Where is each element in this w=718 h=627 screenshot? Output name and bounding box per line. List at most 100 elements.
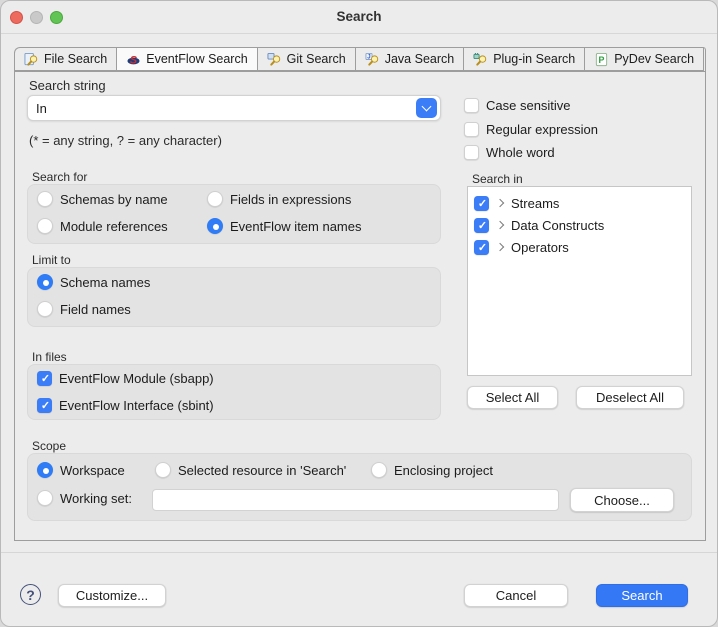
data-constructs-label: Data Constructs bbox=[511, 218, 604, 233]
pydev-search-icon: P bbox=[594, 52, 609, 67]
workspace-radio[interactable] bbox=[37, 462, 53, 478]
streams-label: Streams bbox=[511, 196, 559, 211]
selected-resource-label: Selected resource in 'Search' bbox=[178, 463, 346, 478]
module-references-label: Module references bbox=[60, 219, 168, 234]
java-search-icon: J bbox=[365, 52, 380, 67]
eventflow-module-label: EventFlow Module (sbapp) bbox=[59, 371, 214, 386]
tab-plugin-search[interactable]: Plug-in Search bbox=[463, 47, 584, 71]
tab-pydev-search[interactable]: P PyDev Search bbox=[584, 47, 703, 71]
search-dialog: Search File Search S EventFlow Search Gi… bbox=[0, 0, 718, 627]
tab-filler bbox=[703, 47, 706, 71]
help-button[interactable]: ? bbox=[20, 584, 41, 605]
schema-names-option[interactable]: Schema names bbox=[37, 274, 150, 290]
wildcard-hint: (* = any string, ? = any character) bbox=[29, 133, 222, 148]
regular-expression-checkbox[interactable] bbox=[464, 122, 479, 137]
select-all-button[interactable]: Select All bbox=[467, 386, 558, 409]
enclosing-project-label: Enclosing project bbox=[394, 463, 493, 478]
schema-names-radio[interactable] bbox=[37, 274, 53, 290]
eventflow-search-panel: Search string (* = any string, ? = any c… bbox=[14, 71, 706, 541]
search-button[interactable]: Search bbox=[596, 584, 688, 607]
combobox-dropdown-button[interactable] bbox=[416, 98, 437, 118]
whole-word-checkbox[interactable] bbox=[464, 145, 479, 160]
file-search-icon bbox=[24, 52, 39, 67]
working-set-label: Working set: bbox=[60, 491, 132, 506]
cancel-button[interactable]: Cancel bbox=[464, 584, 568, 607]
tree-row-operators[interactable]: Operators bbox=[468, 236, 691, 258]
eventflow-interface-label: EventFlow Interface (sbint) bbox=[59, 398, 214, 413]
eventflow-module-option[interactable]: EventFlow Module (sbapp) bbox=[37, 371, 214, 386]
scope-label: Scope bbox=[32, 439, 66, 453]
tab-git-search[interactable]: Git Search bbox=[257, 47, 355, 71]
field-names-radio[interactable] bbox=[37, 301, 53, 317]
tab-label: File Search bbox=[44, 52, 107, 66]
eventflow-interface-checkbox[interactable] bbox=[37, 398, 52, 413]
in-files-label: In files bbox=[32, 350, 67, 364]
deselect-all-button[interactable]: Deselect All bbox=[576, 386, 684, 409]
git-search-icon bbox=[267, 52, 282, 67]
data-constructs-checkbox[interactable] bbox=[474, 218, 489, 233]
chevron-right-icon[interactable] bbox=[496, 243, 504, 251]
module-references-radio[interactable] bbox=[37, 218, 53, 234]
streams-checkbox[interactable] bbox=[474, 196, 489, 211]
eventflow-module-checkbox[interactable] bbox=[37, 371, 52, 386]
eventflow-item-names-label: EventFlow item names bbox=[230, 219, 362, 234]
field-names-label: Field names bbox=[60, 302, 131, 317]
fields-in-expressions-option[interactable]: Fields in expressions bbox=[207, 191, 351, 207]
tab-eventflow-search[interactable]: S EventFlow Search bbox=[116, 47, 256, 71]
tree-row-streams[interactable]: Streams bbox=[468, 192, 691, 214]
tab-file-search[interactable]: File Search bbox=[14, 47, 116, 71]
schemas-by-name-option[interactable]: Schemas by name bbox=[37, 191, 168, 207]
module-references-option[interactable]: Module references bbox=[37, 218, 168, 234]
search-string-combobox[interactable] bbox=[27, 95, 441, 121]
selected-resource-option[interactable]: Selected resource in 'Search' bbox=[155, 462, 346, 478]
choose-button[interactable]: Choose... bbox=[570, 488, 674, 512]
regular-expression-option[interactable]: Regular expression bbox=[464, 122, 598, 137]
schemas-by-name-radio[interactable] bbox=[37, 191, 53, 207]
schemas-by-name-label: Schemas by name bbox=[60, 192, 168, 207]
working-set-input[interactable] bbox=[152, 489, 559, 511]
field-names-option[interactable]: Field names bbox=[37, 301, 131, 317]
tab-label: Git Search bbox=[287, 52, 346, 66]
tab-label: Plug-in Search bbox=[493, 52, 575, 66]
regular-expression-label: Regular expression bbox=[486, 122, 598, 137]
operators-checkbox[interactable] bbox=[474, 240, 489, 255]
case-sensitive-label: Case sensitive bbox=[486, 98, 571, 113]
search-in-tree: Streams Data Constructs Operators bbox=[467, 186, 692, 376]
tab-label: EventFlow Search bbox=[146, 52, 247, 66]
plugin-search-icon bbox=[473, 52, 488, 67]
eventflow-interface-option[interactable]: EventFlow Interface (sbint) bbox=[37, 398, 214, 413]
fields-in-expressions-radio[interactable] bbox=[207, 191, 223, 207]
tab-strip: File Search S EventFlow Search Git Searc… bbox=[14, 47, 706, 71]
tab-java-search[interactable]: J Java Search bbox=[355, 47, 463, 71]
search-string-label: Search string bbox=[29, 78, 106, 93]
tab-label: PyDev Search bbox=[614, 52, 694, 66]
search-string-input[interactable] bbox=[28, 101, 416, 116]
search-in-label: Search in bbox=[472, 172, 523, 186]
search-for-label: Search for bbox=[32, 170, 87, 184]
workspace-option[interactable]: Workspace bbox=[37, 462, 125, 478]
operators-label: Operators bbox=[511, 240, 569, 255]
chevron-right-icon[interactable] bbox=[496, 221, 504, 229]
customize-button[interactable]: Customize... bbox=[58, 584, 166, 607]
limit-to-label: Limit to bbox=[32, 253, 71, 267]
schema-names-label: Schema names bbox=[60, 275, 150, 290]
eventflow-item-names-option[interactable]: EventFlow item names bbox=[207, 218, 362, 234]
working-set-option[interactable]: Working set: bbox=[37, 490, 132, 506]
case-sensitive-option[interactable]: Case sensitive bbox=[464, 98, 571, 113]
eventflow-search-icon: S bbox=[126, 52, 141, 67]
workspace-label: Workspace bbox=[60, 463, 125, 478]
tree-row-data-constructs[interactable]: Data Constructs bbox=[468, 214, 691, 236]
enclosing-project-radio[interactable] bbox=[371, 462, 387, 478]
svg-text:P: P bbox=[599, 54, 605, 64]
chevron-right-icon[interactable] bbox=[496, 199, 504, 207]
chevron-down-icon bbox=[422, 102, 432, 112]
whole-word-label: Whole word bbox=[486, 145, 555, 160]
footer-separator bbox=[1, 552, 717, 553]
case-sensitive-checkbox[interactable] bbox=[464, 98, 479, 113]
selected-resource-radio[interactable] bbox=[155, 462, 171, 478]
tab-label: Java Search bbox=[385, 52, 454, 66]
enclosing-project-option[interactable]: Enclosing project bbox=[371, 462, 493, 478]
eventflow-item-names-radio[interactable] bbox=[207, 218, 223, 234]
whole-word-option[interactable]: Whole word bbox=[464, 145, 555, 160]
working-set-radio[interactable] bbox=[37, 490, 53, 506]
